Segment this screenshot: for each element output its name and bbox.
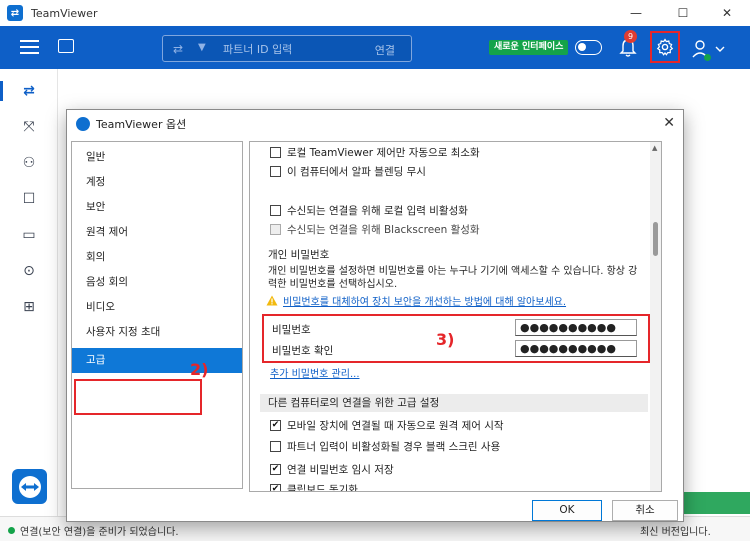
nav-security[interactable]: 보안 (72, 195, 242, 220)
options-nav: 일반 계정 보안 원격 제어 회의 음성 회의 비디오 사용자 지정 초대 고급… (71, 141, 243, 489)
nav-remote-control[interactable]: 원격 제어 (72, 220, 242, 245)
status-dot (8, 527, 15, 534)
option-row[interactable]: 로컬 TeamViewer 제어만 자동으로 최소화 (270, 145, 480, 160)
remote-control-nav-icon[interactable]: ⇄ (0, 79, 46, 103)
checkbox[interactable] (270, 147, 281, 158)
option-row[interactable]: 수신되는 연결을 위해 로컬 입력 비활성화 (270, 203, 468, 218)
partner-id-box: ⇄ ▼ 연결 (162, 35, 412, 62)
option-row[interactable]: ✔ 모바일 장치에 연결될 때 자동으로 원격 제어 시작 (270, 418, 504, 433)
confirm-password-field[interactable]: ●●●●●●●●●● (515, 340, 637, 357)
personal-password-description: 개인 비밀번호를 설정하면 비밀번호를 아는 누구나 기기에 액세스할 수 있습… (268, 266, 638, 290)
option-row[interactable]: ✔ 연결 비밀번호 임시 저장 (270, 462, 394, 477)
options-dialog: TeamViewer 옵션 ✕ 일반 계정 보안 원격 제어 회의 음성 회의 … (66, 109, 684, 522)
advanced-settings-heading: 다른 컴퓨터로의 연결을 위한 고급 설정 (260, 394, 648, 412)
password-field[interactable]: ●●●●●●●●●● (515, 319, 637, 336)
checkbox-checked[interactable]: ✔ (270, 464, 281, 475)
nav-custom-invitation[interactable]: 사용자 지정 초대 (72, 320, 242, 345)
teamviewer-small-logo-icon (76, 117, 90, 131)
teamviewer-logo-icon: ⇄ (7, 5, 23, 21)
dialog-title: TeamViewer 옵션 (96, 118, 187, 131)
status-text: 연결(보안 연결)을 준비가 되었습니다. (20, 527, 179, 538)
online-status-dot (704, 54, 711, 61)
warning-icon (266, 295, 278, 306)
notification-count-badge: 9 (624, 30, 637, 43)
checkbox-disabled (270, 224, 281, 235)
option-label: 수신되는 연결을 위해 로컬 입력 비활성화 (287, 205, 468, 217)
option-label: 수신되는 연결을 위해 Blackscreen 활성화 (287, 224, 480, 236)
option-row[interactable]: ✔ 클립보드 동기화 (270, 482, 358, 492)
options-content: 로컬 TeamViewer 제어만 자동으로 최소화 이 컴퓨터에서 알파 블렌… (249, 141, 662, 492)
promo-strip (676, 492, 750, 514)
nav-video[interactable]: 비디오 (72, 295, 242, 320)
status-left: 연결(보안 연결)을 준비가 되었습니다. (8, 523, 179, 538)
option-label: 클립보드 동기화 (287, 484, 358, 492)
checkbox-checked[interactable]: ✔ (270, 420, 281, 431)
scrollbar[interactable]: ▲ (650, 142, 661, 491)
top-toolbar: ⇄ ▼ 연결 새로운 인터페이스 9 (0, 26, 750, 69)
scroll-up-icon[interactable]: ▲ (652, 144, 657, 152)
gear-icon (656, 38, 674, 56)
personal-password-heading: 개인 비밀번호 (268, 249, 330, 261)
chat-icon[interactable]: ▭ (12, 223, 46, 247)
nav-audio-conference[interactable]: 음성 회의 (72, 270, 242, 295)
confirm-password-label: 비밀번호 확인 (272, 345, 334, 357)
warning-row: 비밀번호를 대체하여 장치 보안을 개선하는 방법에 대해 알아보세요. (266, 293, 566, 308)
meeting-people-icon[interactable]: ⚇ (12, 151, 46, 175)
new-interface-toggle[interactable] (575, 40, 602, 55)
annotation-box-2 (74, 379, 202, 415)
connection-arrows-icon: ⇄ (173, 42, 184, 56)
checkbox-checked[interactable]: ✔ (270, 484, 281, 491)
teamviewer-brand-icon (12, 469, 47, 504)
checkbox[interactable] (270, 205, 281, 216)
dialog-titlebar: TeamViewer 옵션 ✕ (67, 110, 683, 138)
close-window-button[interactable]: ✕ (704, 0, 750, 26)
version-status: 최신 버전입니다. (640, 527, 711, 538)
option-label: 로컬 TeamViewer 제어만 자동으로 최소화 (287, 147, 480, 159)
checkbox[interactable] (270, 166, 281, 177)
password-label: 비밀번호 (272, 324, 311, 336)
annotation-3: 3) (436, 330, 455, 349)
ok-button[interactable]: OK (532, 500, 602, 521)
minimize-button[interactable]: — (613, 0, 659, 26)
hamburger-menu-icon[interactable] (20, 40, 39, 54)
option-label: 이 컴퓨터에서 알파 블렌딩 무시 (287, 166, 426, 178)
nav-meeting[interactable]: 회의 (72, 245, 242, 270)
gift-icon[interactable]: ⊞ (12, 295, 46, 319)
option-label: 모바일 장치에 연결될 때 자동으로 원격 제어 시작 (287, 420, 504, 432)
dialog-close-icon[interactable]: ✕ (663, 115, 675, 131)
option-label: 파트너 입력이 비활성화될 경우 블랙 스크린 사용 (287, 441, 501, 453)
option-row: 수신되는 연결을 위해 Blackscreen 활성화 (270, 222, 480, 237)
feedback-icon[interactable] (58, 39, 74, 53)
partner-id-input[interactable] (223, 41, 363, 57)
password-security-link[interactable]: 비밀번호를 대체하여 장치 보안을 개선하는 방법에 대해 알아보세요. (283, 293, 566, 308)
maximize-button[interactable]: ☐ (660, 0, 706, 26)
nav-account[interactable]: 계정 (72, 170, 242, 195)
app-titlebar: ⇄ TeamViewer — ☐ ✕ (0, 0, 750, 26)
augmented-reality-icon[interactable]: ⊙ (12, 259, 46, 283)
nav-general[interactable]: 일반 (72, 145, 242, 170)
app-title: TeamViewer (31, 6, 98, 20)
scroll-thumb[interactable] (653, 222, 658, 256)
more-passwords-link[interactable]: 추가 비밀번호 관리... (270, 365, 360, 380)
chevron-down-icon[interactable]: ▼ (198, 42, 206, 53)
option-row[interactable]: 파트너 입력이 비활성화될 경우 블랙 스크린 사용 (270, 439, 500, 454)
option-label: 연결 비밀번호 임시 저장 (287, 464, 394, 476)
new-interface-badge: 새로운 인터페이스 (489, 40, 569, 55)
remote-management-icon[interactable]: ⤧ (12, 115, 46, 139)
cancel-button[interactable]: 취소 (612, 500, 678, 521)
contacts-icon[interactable]: ☐ (12, 187, 46, 211)
nav-advanced[interactable]: 고급 (72, 348, 242, 373)
left-sidebar: ⇄ ⤧ ⚇ ☐ ▭ ⊙ ⊞ (0, 69, 58, 521)
option-row[interactable]: 이 컴퓨터에서 알파 블렌딩 무시 (270, 164, 426, 179)
checkbox[interactable] (270, 441, 281, 452)
settings-button[interactable] (650, 31, 680, 63)
connect-button[interactable]: 연결 (375, 42, 395, 58)
annotation-2: 2) (190, 360, 209, 379)
